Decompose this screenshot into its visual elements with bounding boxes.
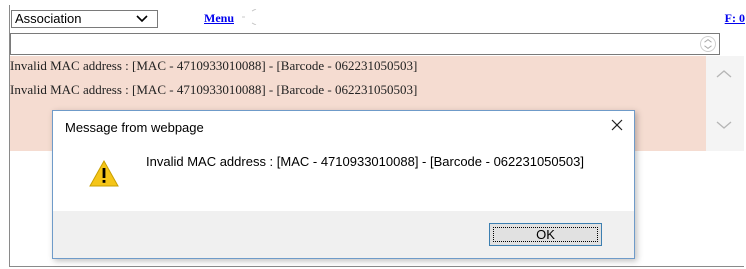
- toolbar: Association Menu F: 0: [10, 5, 745, 29]
- close-icon[interactable]: [608, 116, 626, 134]
- warning-icon: [89, 160, 119, 187]
- scan-input[interactable]: [10, 33, 720, 55]
- focus-ring: [493, 227, 598, 242]
- message-dialog: Message from webpage Invalid MAC address…: [52, 110, 635, 259]
- spinner-icon[interactable]: [700, 36, 716, 52]
- menu-link[interactable]: Menu: [204, 11, 234, 26]
- chevron-down-icon: [136, 15, 148, 23]
- association-select-value: Association: [15, 11, 82, 26]
- error-line: Invalid MAC address : [MAC - 47109330100…: [10, 82, 418, 97]
- error-line: Invalid MAC address : [MAC - 47109330100…: [10, 58, 418, 73]
- loading-spinner-icon: [242, 9, 257, 25]
- chevron-down-icon[interactable]: [716, 120, 732, 130]
- error-scrollbar[interactable]: [706, 56, 744, 151]
- dialog-title: Message from webpage: [65, 120, 204, 135]
- dialog-footer: OK: [53, 211, 634, 258]
- chevron-up-icon[interactable]: [716, 69, 732, 79]
- f-count-link[interactable]: F: 0: [725, 11, 745, 26]
- ok-button[interactable]: OK: [489, 223, 602, 246]
- association-select[interactable]: Association: [11, 10, 158, 28]
- dialog-message: Invalid MAC address : [MAC - 47109330100…: [146, 154, 584, 169]
